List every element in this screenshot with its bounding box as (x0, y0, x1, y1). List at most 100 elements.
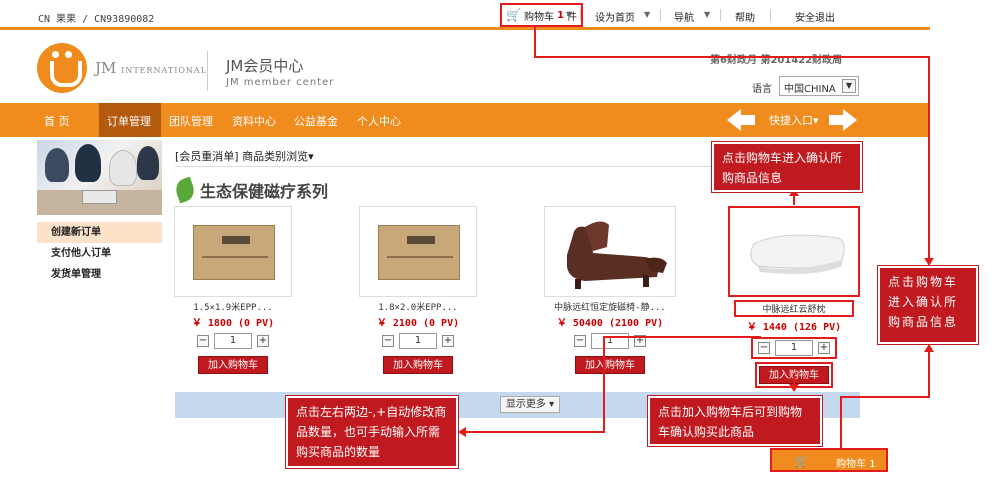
top-cart-count: 1 (556, 9, 564, 21)
team-photo (37, 140, 162, 215)
callout-cart-tip: 点击购物车进入确认所购商品信息 (878, 266, 978, 344)
product-image[interactable] (544, 206, 676, 297)
divider (660, 9, 661, 21)
series-header: 生态保健磁疗系列 (172, 176, 329, 204)
quantity-input[interactable]: 1 (399, 333, 437, 349)
language-label: 语言 (752, 84, 772, 95)
product-card: 1.8×2.0米EPP... ￥ 2100 (0 PV) − 1 + 加入购物车 (359, 206, 477, 374)
set-home-link[interactable]: 设为首页 (595, 9, 635, 24)
quantity-stepper: − 1 + (751, 337, 837, 359)
product-price: ￥ 50400 (2100 PV) (556, 318, 664, 329)
top-cart-label: 购物车 (523, 11, 554, 23)
add-to-cart-button[interactable]: 加入购物车 (575, 356, 645, 374)
sidebar-item-shipping[interactable]: 发货单管理 (37, 264, 162, 285)
logo-text: JM INTERNATIONAL (95, 59, 207, 77)
annotation-line (466, 431, 605, 433)
floating-cart-label: 购物车 1 件 (836, 459, 876, 485)
chevron-down-icon[interactable]: ▼ (704, 10, 710, 19)
cart-icon: 🛒 (794, 454, 809, 468)
pillow-image (750, 234, 845, 274)
callout-add-tip: 点击加入购物车后可到购物车确认购买此商品 (648, 396, 822, 446)
arrow-left-icon[interactable] (727, 109, 755, 131)
product-price: ￥ 1440 (126 PV) (746, 322, 842, 333)
annotation-line (534, 56, 929, 58)
product-card: 1.5×1.9米EPP... ￥ 1800 (0 PV) − 1 + 加入购物车 (174, 206, 292, 374)
arrow-left-icon (458, 427, 466, 437)
nav-item-personal[interactable]: 个人中心 (357, 113, 401, 129)
product-card: 中脉远红恒定旋磁椅-静... ￥ 50400 (2100 PV) − 1 + 加… (544, 206, 676, 374)
side-menu: 创建新订单 支付他人订单 发货单管理 (37, 222, 162, 285)
product-name[interactable]: 中脉远红恒定旋磁椅-静... (544, 300, 676, 313)
annotation-line (840, 396, 842, 448)
help-link[interactable]: 帮助 (735, 9, 755, 24)
arrow-right-icon[interactable] (829, 109, 857, 131)
annotation-line (793, 195, 795, 205)
divider (580, 9, 581, 21)
top-bar: CN 果果 / CN93890082 🛒 购物车 1 件 ▼ 设为首页 ▼ 导航… (0, 0, 930, 30)
chevron-down-icon: ▼ (842, 79, 856, 93)
minus-button[interactable]: − (758, 342, 770, 354)
series-title: 生态保健磁疗系列 (200, 182, 329, 201)
fiscal-period: 第6财政月 第201422财政周 (710, 55, 843, 66)
chevron-down-icon[interactable]: ▼ (566, 10, 572, 19)
logout-link[interactable]: 安全退出 (795, 9, 835, 24)
annotation-line (928, 350, 930, 398)
product-price: ￥ 2100 (0 PV) (376, 318, 460, 329)
divider (720, 9, 721, 21)
language-value: 中国CHINA (784, 84, 836, 95)
breadcrumb[interactable]: [会员重消单] 商品类别浏览▾ (175, 148, 314, 164)
minus-button[interactable]: − (574, 335, 586, 347)
add-to-cart-button[interactable]: 加入购物车 (198, 356, 268, 374)
quantity-input[interactable]: 1 (214, 333, 252, 349)
header: JM INTERNATIONAL JM会员中心 JM member center… (0, 33, 930, 103)
nav-item-orders[interactable]: 订单管理 (107, 113, 151, 129)
plus-button[interactable]: + (257, 335, 269, 347)
nav-item-charity[interactable]: 公益基金 (294, 113, 338, 129)
floating-cart-button[interactable]: 🛒 购物车 1 件 (770, 448, 888, 485)
logo-sub: INTERNATIONAL (121, 66, 207, 75)
minus-button[interactable]: − (382, 335, 394, 347)
annotation-line (534, 27, 536, 57)
callout-qty-tip: 点击左右两边-,+自动修改商品数量，也可手动输入所需购买商品的数量 (286, 396, 458, 468)
add-to-cart-button[interactable]: 加入购物车 (383, 356, 453, 374)
annotation-line (603, 336, 761, 338)
product-card: 中脉远红云舒枕 ￥ 1440 (126 PV) − 1 + 加入购物车 (728, 206, 860, 384)
callout-image-tip: 点击购物车进入确认所购商品信息 (712, 142, 862, 192)
product-name[interactable]: 中脉远红云舒枕 (734, 300, 854, 317)
massage-chair-image (567, 221, 667, 289)
annotation-line (840, 396, 930, 398)
arrow-up-icon (924, 344, 934, 352)
nav-item-team[interactable]: 团队管理 (169, 113, 213, 129)
arrow-down-icon (924, 258, 934, 266)
product-name[interactable]: 1.5×1.9米EPP... (174, 300, 292, 313)
language-select[interactable]: 中国CHINA ▼ (779, 76, 859, 96)
product-price: ￥ 1800 (0 PV) (191, 318, 275, 329)
plus-button[interactable]: + (442, 335, 454, 347)
quick-entry-label: 快捷入口▾ (769, 114, 819, 127)
show-more-button[interactable]: 显示更多 ▾ (500, 396, 560, 413)
page-title: JM会员中心 (226, 57, 304, 75)
navigate-link[interactable]: 导航 (674, 9, 694, 24)
plus-button[interactable]: + (818, 342, 830, 354)
quantity-input[interactable]: 1 (775, 340, 813, 356)
page-subtitle: JM member center (226, 77, 335, 88)
product-name[interactable]: 1.8×2.0米EPP... (359, 300, 477, 313)
divider (770, 9, 771, 21)
chevron-down-icon[interactable]: ▼ (644, 10, 650, 19)
minus-button[interactable]: − (197, 335, 209, 347)
annotation-line (603, 336, 605, 432)
nav-item-resources[interactable]: 资料中心 (232, 113, 276, 129)
arrow-down-icon (789, 384, 799, 392)
quantity-stepper: − 1 + (174, 333, 292, 349)
sidebar-item-create-order[interactable]: 创建新订单 (37, 222, 162, 243)
quantity-stepper: − 1 + (359, 333, 477, 349)
product-image[interactable] (174, 206, 292, 297)
quick-entry[interactable]: 快捷入口▾ (727, 107, 857, 133)
nav-item-home[interactable]: 首 页 (44, 113, 70, 129)
sidebar-item-pay-others[interactable]: 支付他人订单 (37, 243, 162, 264)
user-id: CN 果果 / CN93890082 (38, 14, 155, 25)
product-image[interactable] (728, 206, 860, 297)
annotation-line (928, 56, 930, 262)
logo-icon[interactable] (37, 43, 87, 93)
product-image[interactable] (359, 206, 477, 297)
